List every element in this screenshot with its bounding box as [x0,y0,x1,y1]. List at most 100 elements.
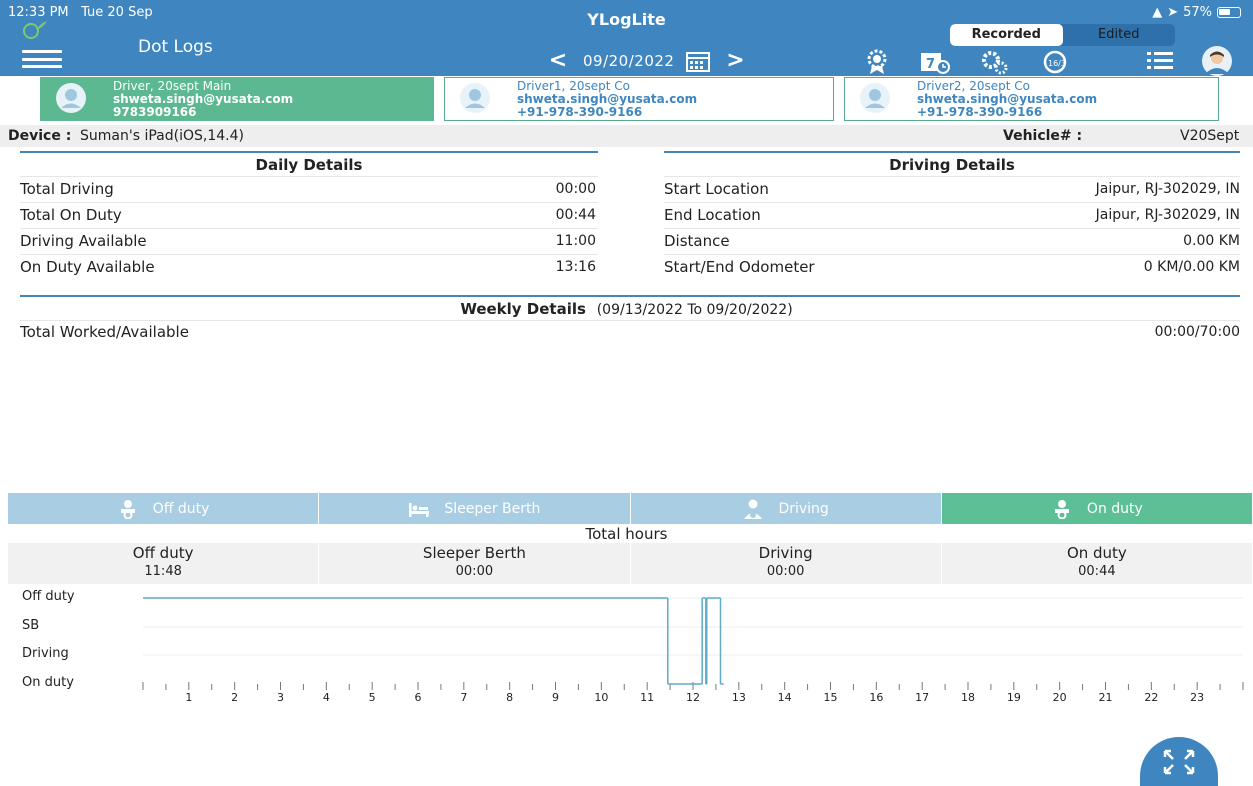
tab-label: Off duty [152,500,210,517]
driving-label: End Location [664,206,761,224]
hours-cell-sleeper-berth: Sleeper Berth 00:00 [319,543,631,584]
person-icon [56,83,86,113]
svg-text:16/3: 16/3 [1048,59,1066,68]
prev-date-button[interactable]: < [545,49,571,73]
hours-cell-driving: Driving 00:00 [631,543,942,584]
driver-icon [744,499,763,519]
menu-bar [22,65,62,68]
duty-status-graph [142,597,1244,690]
weekly-header: Weekly Details (09/13/2022 To 09/20/2022… [0,300,1253,318]
driver-card-main[interactable]: Driver, 20sept Main shweta.singh@yusata.… [40,77,434,121]
edited-tab[interactable]: Edited [1063,24,1176,46]
hours-value: 00:00 [766,564,805,579]
hours-cell-off-duty: Off duty 11:48 [8,543,320,584]
daily-details-title: Daily Details [255,156,363,174]
daily-label: Total Driving [20,180,114,198]
driving-value: Jaipur, RJ-302029, IN [1095,207,1240,223]
date-navigator: < 09/20/2022 > [545,49,748,73]
driver-phone: +91-978-390-9166 [517,105,643,119]
settings-gears-icon[interactable] [980,49,1010,75]
row-divider [664,202,1240,203]
daily-value: 13:16 [555,259,596,275]
vehicle-value: V20Sept [1180,128,1240,144]
hours-value: 00:00 [455,564,494,579]
row-divider [20,202,598,203]
hours-label: Driving [758,544,813,562]
tab-label: Driving [778,500,829,517]
certify-icon[interactable] [862,49,892,75]
row-divider [20,254,598,255]
weekly-range: (09/13/2022 To 09/20/2022) [596,302,793,318]
driver-phone: +91-978-390-9166 [917,105,1043,119]
row-divider [664,176,1240,177]
menu-bar [22,50,62,53]
hours-value: 11:48 [144,564,182,579]
row-divider [664,228,1240,229]
menu-button[interactable] [22,50,62,68]
driving-label: Distance [664,232,730,250]
page-title: Dot Logs [138,37,213,57]
daily-value: 00:44 [555,207,596,223]
row-divider [20,320,1240,321]
daily-value: 11:00 [555,233,596,249]
svg-text:7: 7 [926,57,935,72]
daily-label: Driving Available [20,232,147,250]
bed-icon [409,502,430,517]
hours-label: On duty [1066,544,1127,562]
total-hours-title: Total hours [585,525,668,543]
driving-value: Jaipur, RJ-302029, IN [1095,181,1240,197]
weekly-details-title: Weekly Details [460,300,586,318]
tab-off-duty[interactable]: Off duty [8,493,320,524]
expand-graph-button[interactable] [1140,737,1218,786]
driving-divider [664,151,1240,153]
device-label: Device : [8,128,72,144]
total-hours-grid: Off duty 11:48 Sleeper Berth 00:00 Drivi… [8,543,1253,584]
menu-bar [22,57,62,61]
driving-value: 0.00 KM [1183,233,1240,249]
tab-driving[interactable]: Driving [630,493,942,524]
list-view-icon[interactable] [1145,49,1175,75]
user-avatar-icon[interactable] [1200,46,1234,76]
daily-label: On Duty Available [20,258,155,276]
current-date: 09/20/2022 [583,52,675,70]
hours-value: 00:44 [1078,564,1116,579]
row-divider [20,228,598,229]
recorded-edited-toggle: Recorded Edited [950,24,1175,46]
driving-value: 0 KM/0.00 KM [1143,259,1240,275]
baby-seat-icon [1054,499,1069,519]
daily-divider [20,151,598,153]
hours-label: Off duty [132,544,194,562]
expand-icon [1163,749,1195,774]
hours-cycle-icon[interactable]: 16/3 [1040,49,1070,75]
daily-value: 00:00 [555,181,596,197]
tab-sleeper-berth[interactable]: Sleeper Berth [319,493,631,524]
driver-card-co2[interactable]: Driver2, 20sept Co shweta.singh@yusata.c… [844,77,1219,121]
vehicle-label: Vehicle# : [1003,128,1083,144]
tab-on-duty[interactable]: On duty [941,493,1253,524]
driving-details-title: Driving Details [889,156,1015,174]
device-row: Device : Suman's iPad(iOS,14.4) Vehicle#… [0,125,1253,147]
tab-label: Sleeper Berth [444,500,541,517]
calendar-icon[interactable] [686,50,711,72]
baby-seat-icon [120,499,135,519]
weekly-divider [20,295,1240,297]
device-value: Suman's iPad(iOS,14.4) [80,128,244,144]
driver-phone: 9783909166 [113,105,197,119]
hours-label: Sleeper Berth [422,544,526,562]
driver-card-co1[interactable]: Driver1, 20sept Co shweta.singh@yusata.c… [444,77,834,121]
row-divider [20,176,598,177]
person-icon [460,83,490,113]
recorded-tab[interactable]: Recorded [950,24,1063,46]
daily-label: Total On Duty [20,206,122,224]
row-divider [664,254,1240,255]
next-date-button[interactable]: > [722,49,748,73]
weekly-label: Total Worked/Available [20,323,189,341]
person-icon [860,83,890,113]
weekly-value: 00:00/70:00 [1154,324,1240,340]
calendar-clock-icon[interactable]: 7 [920,49,950,75]
driving-label: Start/End Odometer [664,258,815,276]
tab-label: On duty [1086,500,1143,517]
duty-status-tabs: Off duty Sleeper Berth Driving On duty [8,493,1253,524]
app-header: 12:33 PM Tue 20 Sep ▲ ➤ 57% YLogLite Dot… [0,0,1253,76]
driving-label: Start Location [664,180,769,198]
